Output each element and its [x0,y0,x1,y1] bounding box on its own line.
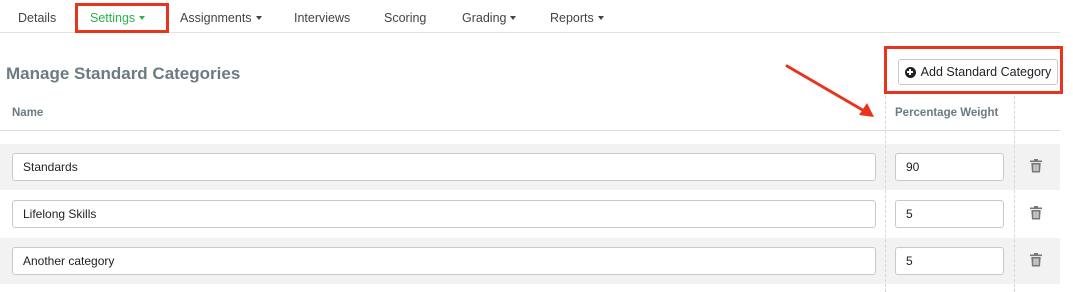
tab-label: Interviews [294,11,351,25]
tab-grading[interactable]: Grading [462,11,517,25]
category-name-field[interactable]: Another category [12,247,876,275]
add-button-label: Add Standard Category [920,65,1052,79]
percentage-weight-field[interactable]: 5 [895,247,1004,275]
category-name-field[interactable]: Standards [12,153,876,181]
tab-label: Assignments [180,11,252,25]
caret-down-icon [597,16,604,20]
category-name-field[interactable]: Lifelong Skills [12,200,876,228]
tab-label: Scoring [384,11,427,25]
column-header-weight: Percentage Weight [895,107,999,119]
add-standard-category-button[interactable]: Add Standard Category [898,59,1058,85]
caret-down-icon [255,16,262,20]
trash-icon[interactable] [1030,253,1042,267]
tab-assignments[interactable]: Assignments [180,11,262,25]
trash-icon[interactable] [1030,206,1042,220]
table-row: Lifelong Skills 5 [0,191,1060,237]
trash-icon[interactable] [1030,159,1042,173]
tab-label: Grading [462,11,507,25]
tab-label: Reports [550,11,594,25]
column-header-name: Name [12,107,44,119]
plus-circle-icon [904,66,916,78]
table-header: Name Percentage Weight [0,96,1060,131]
tab-interviews[interactable]: Interviews [294,11,350,25]
tab-reports[interactable]: Reports [550,11,604,25]
table-row: Standards 90 [0,144,1060,190]
percentage-weight-field[interactable]: 5 [895,200,1004,228]
table-row: Another category 5 [0,238,1060,284]
tab-details[interactable]: Details [18,11,56,25]
tab-label: Details [18,11,57,25]
caret-down-icon [510,16,517,20]
tab-scoring[interactable]: Scoring [384,11,426,25]
annotation-box-settings [75,3,169,33]
percentage-weight-field[interactable]: 90 [895,153,1004,181]
column-divider [1014,96,1015,292]
column-divider [885,96,886,292]
page-title: Manage Standard Categories [6,64,241,83]
